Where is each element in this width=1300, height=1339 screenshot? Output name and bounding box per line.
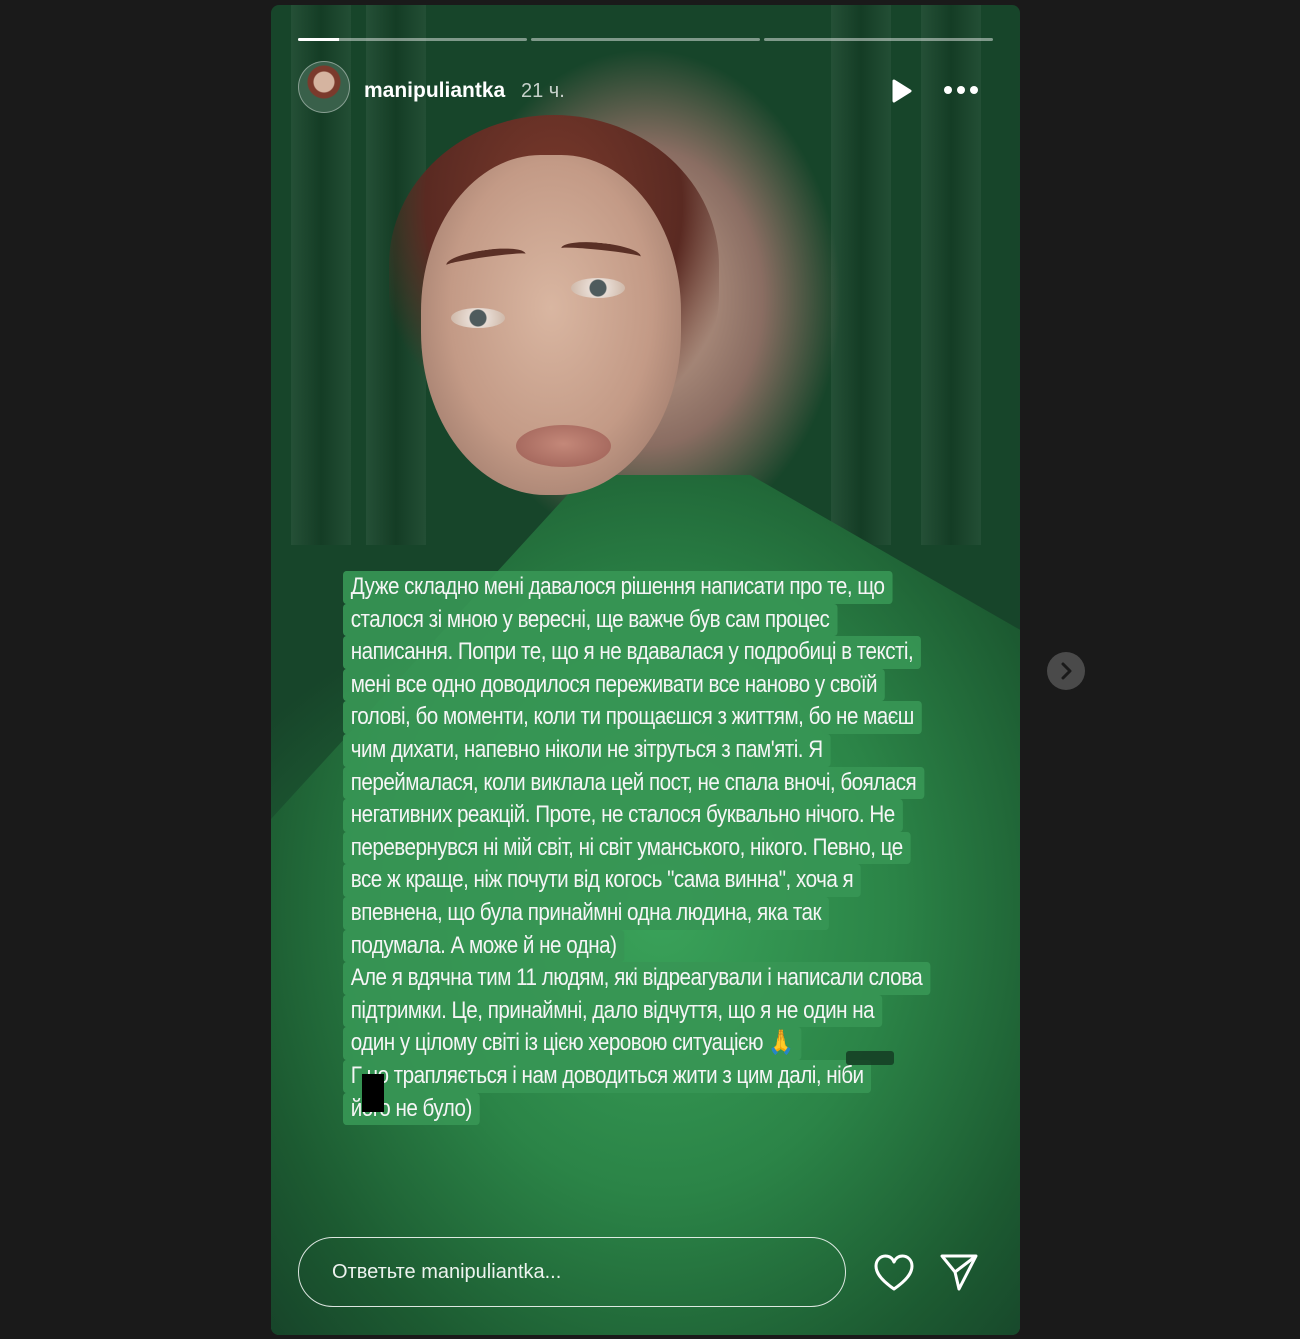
story-text-line: Дуже складно мені давалося рішення напис… (343, 571, 893, 604)
story-progress (298, 38, 993, 41)
photo-left-eye (451, 308, 505, 328)
avatar[interactable] (298, 61, 350, 113)
story-text-line: один у цілому світі із цією херовою ситу… (343, 1027, 802, 1060)
progress-segment (764, 38, 993, 41)
story-text-line: впевнена, що була принаймні одна людина,… (343, 896, 829, 930)
story-text-card: Дуже складно мені давалося рішення напис… (343, 571, 983, 1126)
send-icon[interactable] (939, 1251, 979, 1293)
background-curtain (831, 5, 891, 545)
play-icon[interactable] (887, 77, 915, 105)
story-text-line: Але я вдячна тим 11 людям, які відреагув… (343, 962, 931, 995)
photo-lips (516, 425, 611, 467)
story-text-line: подумала. А може й не одна) (343, 929, 625, 963)
story-text-line: написання. Попри те, що я не вдавалася у… (343, 636, 921, 669)
username-link[interactable]: manipuliantka (364, 79, 505, 103)
next-story-button[interactable] (1047, 652, 1085, 690)
story-timestamp: 21 ч. (521, 80, 565, 102)
more-icon[interactable] (941, 75, 981, 105)
story-text-line: голові, бо моменти, коли ти прощаєшся з … (343, 701, 922, 734)
chevron-right-icon (1061, 662, 1072, 680)
redaction-box (362, 1074, 384, 1112)
progress-segment (298, 38, 527, 41)
story-viewer[interactable]: manipuliantka 21 ч. Дуже складно мені да… (271, 5, 1020, 1335)
story-text-line: підтримки. Це, принаймні, дало відчуття,… (343, 994, 882, 1028)
story-text-line: все ж краще, ніж почути від когось "сама… (343, 864, 861, 897)
story-text-line: перевернувся ні мій світ, ні світ умансь… (343, 831, 911, 865)
story-text-line: мені все одно доводилося переживати все … (343, 668, 885, 702)
heart-icon[interactable] (873, 1253, 915, 1293)
story-text-line: чим дихати, напевно ніколи не зітруться … (343, 733, 831, 767)
story-text-line: сталося зі мною у вересні, ще важче був … (343, 603, 838, 637)
story-text-line: негативних реакцій. Проте, не сталося бу… (343, 799, 903, 832)
progress-fill (298, 38, 340, 41)
reply-input[interactable]: Ответьте manipuliantka... (298, 1237, 846, 1307)
photo-right-eye (571, 278, 625, 298)
redaction-box (846, 1051, 894, 1065)
progress-segment (531, 38, 760, 41)
story-text-line: Г но трапляється і нам доводиться жити з… (343, 1059, 872, 1093)
story-text-line: переймалася, коли виклала цей пост, не с… (343, 766, 924, 800)
